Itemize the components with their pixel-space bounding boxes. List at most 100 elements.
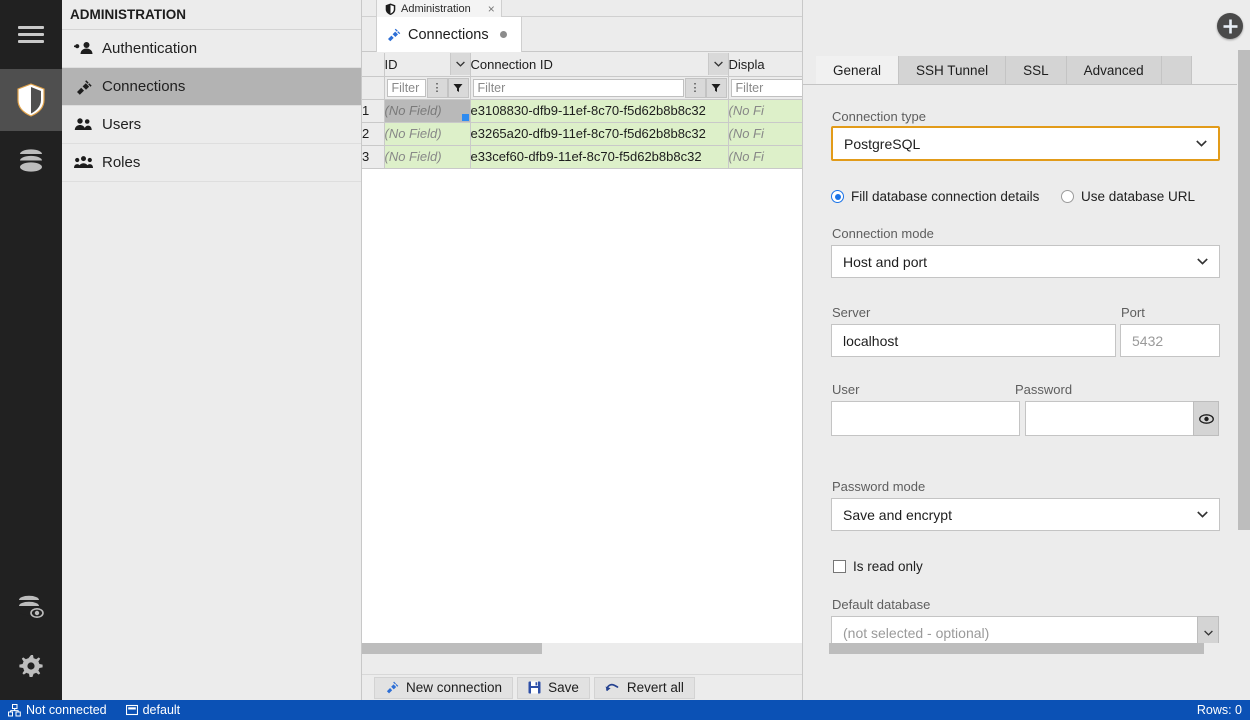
form-vertical-scrollbar[interactable] bbox=[1237, 0, 1250, 657]
connection-mode-label: Connection mode bbox=[832, 226, 934, 241]
sidebar: ADMINISTRATION Authentication Connection… bbox=[62, 0, 362, 700]
close-icon[interactable]: × bbox=[488, 2, 495, 16]
connections-grid: ID Connection ID Displa Filter ⋮ Filter … bbox=[362, 53, 802, 654]
tab-label: Administration bbox=[401, 2, 471, 15]
cell-display[interactable]: (No Fi bbox=[728, 122, 802, 146]
button-label: Save bbox=[548, 680, 579, 695]
password-label: Password bbox=[1015, 382, 1073, 397]
sidebar-title: ADMINISTRATION bbox=[62, 0, 361, 30]
database-status[interactable]: default bbox=[125, 703, 180, 717]
shield-icon[interactable] bbox=[0, 69, 62, 131]
user-label: User bbox=[832, 382, 860, 397]
tab-connections[interactable]: Connections bbox=[376, 17, 522, 52]
revert-all-button[interactable]: Revert all bbox=[593, 676, 695, 699]
scrollbar-thumb[interactable] bbox=[362, 643, 542, 654]
tab-general[interactable]: General bbox=[816, 56, 900, 85]
filter-cell-display: Filter bbox=[728, 76, 802, 100]
is-read-only-checkbox[interactable] bbox=[833, 560, 846, 573]
sidebar-item-users[interactable]: Users bbox=[62, 106, 361, 144]
sidebar-item-label: Connections bbox=[102, 78, 186, 95]
grid-header-row: ID Connection ID Displa bbox=[362, 53, 802, 77]
icon-rail bbox=[0, 0, 62, 700]
tab-spacer bbox=[1161, 56, 1192, 85]
server-input[interactable]: localhost bbox=[831, 324, 1116, 357]
filter-input-id[interactable]: Filter bbox=[386, 78, 426, 97]
row-number: 3 bbox=[362, 145, 385, 169]
password-mode-select[interactable]: Save and encrypt bbox=[831, 498, 1220, 531]
is-read-only-label: Is read only bbox=[853, 559, 923, 574]
chevron-down-icon[interactable] bbox=[707, 53, 727, 75]
gear-icon[interactable] bbox=[0, 637, 62, 697]
filter-input-display[interactable]: Filter bbox=[730, 78, 802, 97]
filter-cell-connection-id: Filter ⋮ bbox=[470, 76, 729, 100]
button-label: New connection bbox=[406, 680, 503, 695]
sidebar-item-roles[interactable]: Roles bbox=[62, 144, 361, 182]
undo-icon bbox=[605, 682, 620, 694]
grid-header-connection-id[interactable]: Connection ID bbox=[470, 53, 729, 77]
eye-icon[interactable] bbox=[1193, 401, 1219, 436]
save-button[interactable]: Save bbox=[517, 676, 590, 699]
modified-indicator bbox=[499, 31, 507, 38]
connection-form-panel: General SSH Tunnel SSL Advanced Connecti… bbox=[802, 0, 1250, 700]
cell-display[interactable]: (No Fi bbox=[728, 145, 802, 169]
sidebar-item-authentication[interactable]: Authentication bbox=[62, 30, 361, 68]
is-read-only-row[interactable]: Is read only bbox=[833, 559, 923, 574]
cell-id[interactable]: (No Field) bbox=[384, 145, 471, 169]
plug-icon bbox=[386, 28, 401, 42]
fill-details-radio-row[interactable]: Fill database connection details bbox=[831, 189, 1039, 204]
tab-ssh-tunnel[interactable]: SSH Tunnel bbox=[899, 56, 1007, 85]
button-label: Revert all bbox=[626, 680, 684, 695]
filter-options-icon[interactable]: ⋮ bbox=[426, 77, 448, 98]
grid-header-id[interactable]: ID bbox=[384, 53, 471, 77]
scrollbar-thumb[interactable] bbox=[1238, 50, 1250, 530]
filter-funnel-icon[interactable] bbox=[705, 77, 727, 98]
connection-status[interactable]: Not connected bbox=[8, 703, 107, 717]
grid-filter-row: Filter ⋮ Filter ⋮ Filter bbox=[362, 76, 802, 100]
network-icon bbox=[8, 703, 21, 717]
port-input[interactable]: 5432 bbox=[1120, 324, 1220, 357]
inner-tabbar: Connections bbox=[362, 17, 802, 52]
rows-count: Rows: 0 bbox=[1196, 703, 1242, 717]
table-row[interactable]: 3 (No Field) e33cef60-dfb9-11ef-8c70-f5d… bbox=[362, 145, 802, 169]
filter-funnel-icon[interactable] bbox=[447, 77, 469, 98]
menu-icon[interactable] bbox=[0, 0, 62, 69]
user-input[interactable] bbox=[831, 401, 1020, 436]
port-label: Port bbox=[1121, 305, 1145, 320]
grid-corner-header bbox=[362, 53, 385, 77]
filter-input-connection-id[interactable]: Filter bbox=[472, 78, 684, 97]
cell-connection-id[interactable]: e3108830-dfb9-11ef-8c70-f5d62b8b8c32 bbox=[470, 99, 729, 123]
use-url-radio-row[interactable]: Use database URL bbox=[1061, 189, 1195, 204]
tab-ssl[interactable]: SSL bbox=[1006, 56, 1067, 85]
new-connection-button[interactable]: New connection bbox=[374, 676, 514, 699]
chevron-down-icon[interactable] bbox=[449, 53, 469, 75]
use-url-radio[interactable] bbox=[1061, 190, 1074, 203]
cell-connection-id[interactable]: e3265a20-dfb9-11ef-8c70-f5d62b8b8c32 bbox=[470, 122, 729, 146]
tab-advanced[interactable]: Advanced bbox=[1066, 56, 1162, 85]
sidebar-item-connections[interactable]: Connections bbox=[62, 68, 361, 106]
cell-connection-id[interactable]: e33cef60-dfb9-11ef-8c70-f5d62b8b8c32 bbox=[470, 145, 729, 169]
cell-id[interactable]: (No Field) bbox=[384, 99, 471, 123]
database-view-icon[interactable] bbox=[0, 578, 62, 638]
filter-options-icon[interactable]: ⋮ bbox=[684, 77, 706, 98]
sidebar-item-label: Roles bbox=[102, 154, 141, 171]
password-input[interactable] bbox=[1025, 401, 1195, 436]
grid-header-display[interactable]: Displa bbox=[728, 53, 802, 77]
cell-display[interactable]: (No Fi bbox=[728, 99, 802, 123]
cell-id[interactable]: (No Field) bbox=[384, 122, 471, 146]
connection-type-select[interactable]: PostgreSQL bbox=[831, 126, 1220, 161]
grid-horizontal-scrollbar[interactable] bbox=[362, 643, 802, 654]
database-icon[interactable] bbox=[0, 131, 62, 193]
shield-icon bbox=[385, 3, 396, 15]
tab-administration[interactable]: Administration × bbox=[376, 0, 502, 17]
connection-mode-select[interactable]: Host and port bbox=[831, 245, 1220, 278]
scrollbar-thumb[interactable] bbox=[829, 643, 1204, 654]
form-horizontal-scrollbar[interactable] bbox=[803, 643, 1250, 654]
authentication-icon bbox=[74, 41, 93, 57]
connection-status-label: Not connected bbox=[26, 703, 107, 717]
application-window: ADMINISTRATION Authentication Connection… bbox=[0, 0, 1250, 720]
table-row[interactable]: 1 (No Field) e3108830-dfb9-11ef-8c70-f5d… bbox=[362, 99, 802, 123]
table-row[interactable]: 2 (No Field) e3265a20-dfb9-11ef-8c70-f5d… bbox=[362, 122, 802, 146]
add-button[interactable] bbox=[1217, 13, 1243, 39]
server-label: Server bbox=[832, 305, 871, 320]
fill-details-radio[interactable] bbox=[831, 190, 844, 203]
